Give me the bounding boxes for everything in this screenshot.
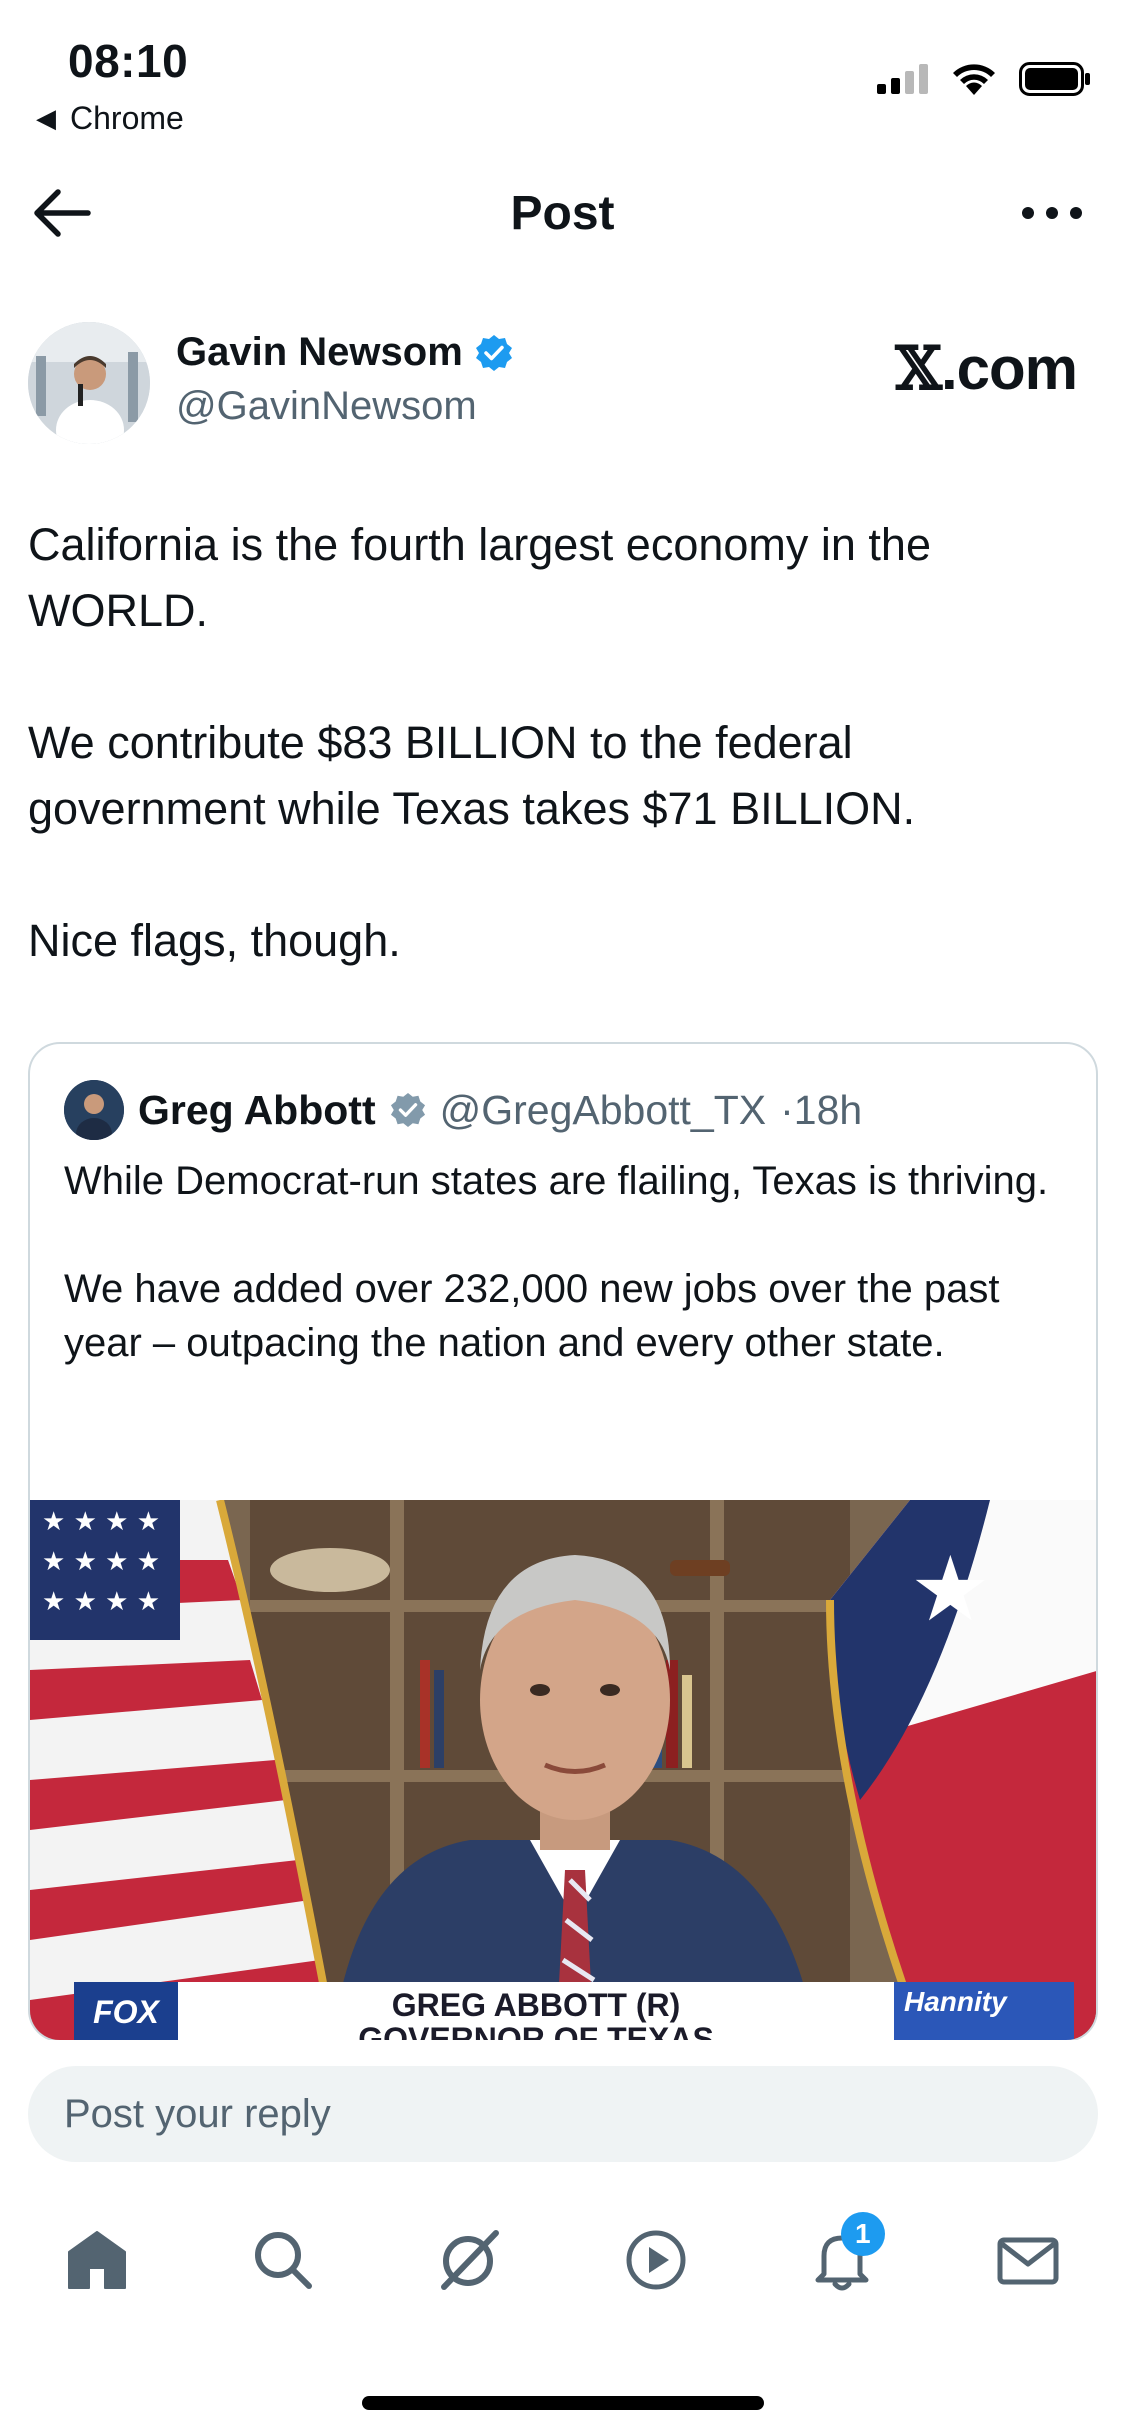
grok-icon (441, 2230, 500, 2290)
author-name: Gavin Newsom (176, 330, 463, 374)
tab-notifications[interactable]: 1 (777, 2200, 907, 2320)
tab-home[interactable] (32, 2200, 162, 2320)
chyron-name: GREG ABBOTT (R) (391, 1987, 681, 2023)
tweet-line: We contribute $83 BILLION to the federal… (28, 717, 916, 834)
chyron-title: GOVERNOR OF TEXAS (358, 2021, 714, 2042)
quoted-post-header: Greg Abbott @GregAbbott_TX ·18h (64, 1080, 862, 1140)
quoted-author-name: Greg Abbott (138, 1086, 376, 1133)
svg-text:★ ★ ★ ★: ★ ★ ★ ★ (42, 1507, 160, 1537)
quoted-author-handle: @GregAbbott_TX (439, 1086, 767, 1133)
x-com-watermark: 𝕏.com (895, 334, 1078, 404)
video-chyron: FOX GREG ABBOTT (R) GOVERNOR OF TEXAS Ha… (74, 1982, 1074, 2042)
author-name-row[interactable]: Gavin Newsom (176, 330, 513, 375)
tab-messages[interactable] (963, 2200, 1093, 2320)
svg-text:★: ★ (910, 1537, 991, 1642)
search-icon (255, 2232, 313, 2289)
tab-grok[interactable] (404, 2200, 534, 2320)
tweet-text: California is the fourth largest economy… (28, 512, 1088, 974)
wifi-icon (953, 64, 995, 95)
notification-badge: 1 (840, 2212, 885, 2256)
show-logo: Hannity (894, 1982, 1074, 2040)
reply-bar: Post your reply (0, 2040, 1125, 2190)
video-frame: ★ ★ ★ ★ ★ ★ ★ ★ ★ ★ ★ ★ ★ (30, 1500, 1096, 2040)
avatar[interactable] (28, 322, 150, 444)
video-icon (626, 2230, 686, 2290)
cellular-signal-icon (877, 64, 928, 94)
tweet-line: California is the fourth largest economy… (28, 519, 931, 636)
avatar-photo (28, 322, 150, 444)
status-time: 08:10 (68, 35, 189, 87)
more-horizontal-icon[interactable] (1017, 190, 1087, 236)
quoted-avatar (64, 1080, 124, 1140)
home-indicator[interactable] (362, 2396, 764, 2410)
quoted-text-line: We have added over 232,000 new jobs over… (64, 1267, 1000, 1365)
reply-input[interactable]: Post your reply (28, 2066, 1098, 2162)
tab-video[interactable] (591, 2200, 721, 2320)
svg-text:★ ★ ★ ★: ★ ★ ★ ★ (42, 1547, 160, 1577)
quoted-video-thumbnail[interactable]: ★ ★ ★ ★ ★ ★ ★ ★ ★ ★ ★ ★ ★ FOX GREG ABBOT… (30, 1500, 1096, 2042)
status-icons (877, 62, 1091, 96)
back-to-app-link[interactable]: ◀ Chrome (36, 100, 184, 137)
verified-badge-icon (390, 1092, 425, 1128)
tweet-line: Nice flags, though. (28, 915, 401, 966)
home-icon (68, 2231, 126, 2289)
quoted-text-line: While Democrat-run states are flailing, … (64, 1159, 1049, 1203)
author-handle: @GavinNewsom (176, 384, 477, 428)
page-title: Post (510, 187, 615, 240)
tab-search[interactable] (218, 2200, 348, 2320)
fox-logo: FOX (74, 1982, 178, 2040)
back-app-label: Chrome (70, 100, 184, 136)
back-triangle-icon: ◀ (36, 103, 56, 133)
messages-icon (997, 2237, 1059, 2285)
svg-text:★ ★ ★ ★: ★ ★ ★ ★ (42, 1587, 160, 1617)
verified-badge-icon (475, 334, 512, 371)
quoted-post-text: While Democrat-run states are flailing, … (64, 1154, 1064, 1370)
bottom-tab-bar: 1 (0, 2200, 1125, 2320)
quoted-post-time: ·18h (780, 1086, 863, 1133)
quoted-post[interactable]: Greg Abbott @GregAbbott_TX ·18h While De… (28, 1042, 1098, 2042)
battery-icon (1019, 62, 1090, 96)
